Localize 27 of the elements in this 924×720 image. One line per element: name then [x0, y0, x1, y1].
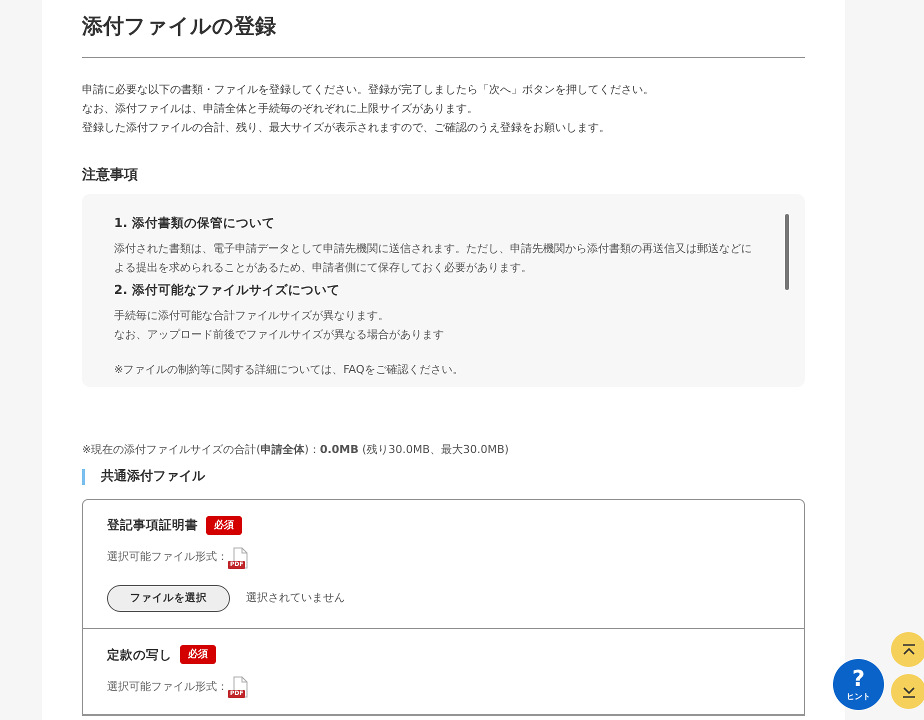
notice-text: なお、アップロード前後でファイルサイズが異なる場合があります [114, 326, 445, 343]
size-summary: ※現在の添付ファイルサイズの合計(申請全体)：0.0MB (残り30.0MB、最大30.0MB) [82, 442, 510, 458]
scrollbar-thumb[interactable] [785, 214, 789, 290]
notice-text: 添付された書類は、電子申請データとして申請先機関に送信されます。ただし、申請先機関から添付書類の再送信又は郵送などによる提出を求められることがあるため、申請者側にて保存しておく必要があります。 [114, 240, 753, 276]
intro-text: 申請に必要な以下の書類・ファイルを登録してください。登録が完了しましたら「次へ」ボタンを押してください。 [82, 82, 655, 98]
section-heading: 共通添付ファイル [82, 468, 805, 485]
arrow-up-icon [902, 644, 916, 656]
intro-text: なお、添付ファイルは、申請全体と手続毎のぞれぞれに上限サイズがあります。 [82, 101, 479, 118]
arrow-down-icon [902, 686, 916, 698]
notice-heading: 注意事項 [82, 166, 139, 186]
file-status: 選択されていません [246, 590, 345, 606]
page-title: 添付ファイルの登録 [82, 14, 805, 58]
notice-title: 1. 添付書類の保管について [114, 214, 276, 232]
scroll-bottom-button[interactable] [891, 674, 924, 709]
document-name: 登記事項証明書 [107, 516, 198, 534]
intro-text: 登録した添付ファイルの合計、残り、最大サイズが表示されますので、ご確認のうえ登録をお願いします。 [82, 120, 611, 136]
hint-button[interactable]: ? ヒント [833, 659, 884, 710]
required-tag: 必須 [206, 516, 242, 535]
document-name: 定款の写し [107, 646, 172, 664]
format-label: 選択可能ファイル形式： [107, 679, 228, 696]
file-select-button[interactable]: ファイルを選択 [107, 584, 230, 612]
required-tag: 必須 [180, 645, 216, 664]
notice-title: 2. 添付可能なファイルサイズについて [114, 280, 341, 299]
scroll-top-button[interactable] [891, 632, 924, 667]
format-label: 選択可能ファイル形式： [107, 549, 228, 566]
notice-footnote: ※ファイルの制約等に関する詳細については、FAQをご確認ください。 [114, 362, 465, 378]
notice-text: 手続毎に添付可能な合計ファイルサイズが異なります。 [114, 308, 390, 324]
